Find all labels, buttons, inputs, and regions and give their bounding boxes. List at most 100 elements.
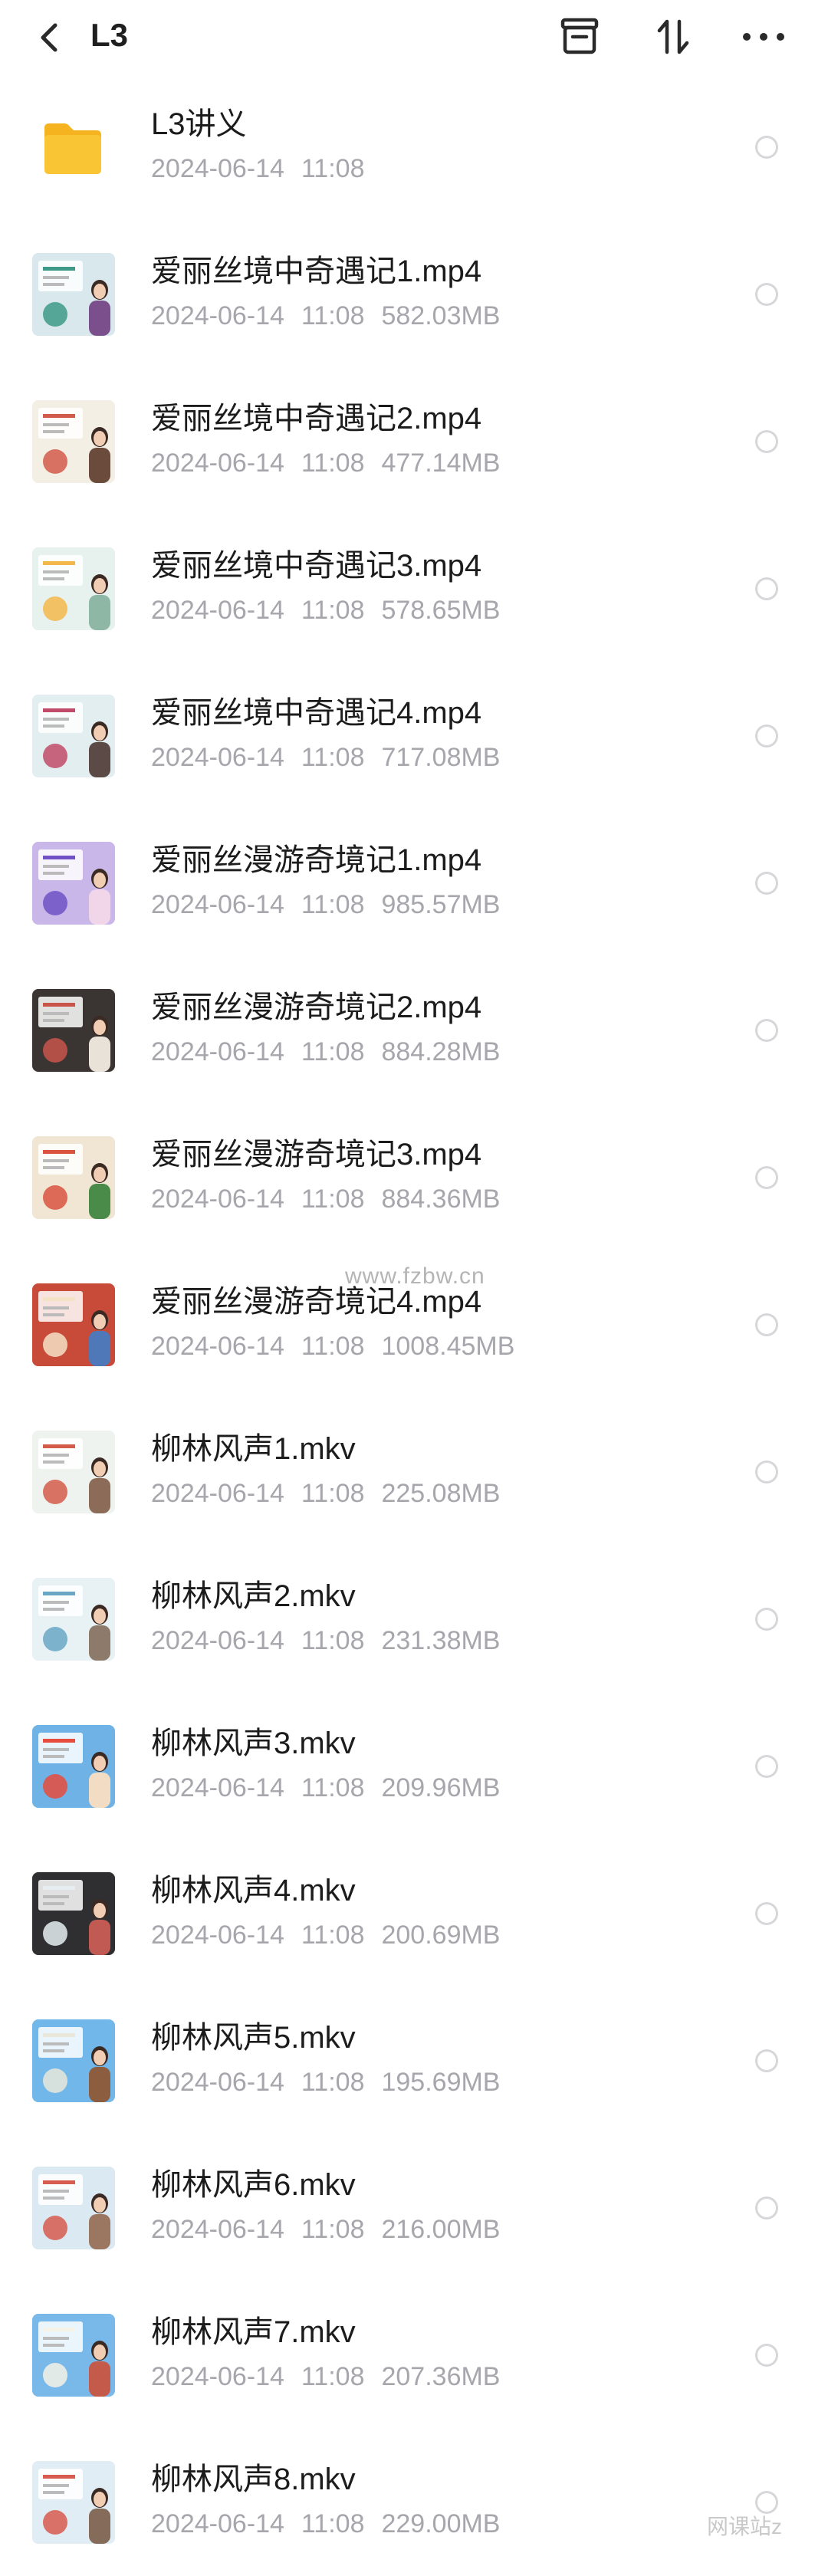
corner-watermark: 网课站z [707, 2515, 783, 2538]
folder-row[interactable]: L3讲义 2024-06-14 11:08 [0, 74, 828, 221]
chevron-left-icon [41, 23, 58, 52]
file-time: 11:08 [301, 890, 365, 919]
file-meta: 2024-06-14 11:08 884.36MB [151, 1182, 517, 1216]
select-radio[interactable] [755, 872, 778, 895]
file-time: 11:08 [301, 301, 365, 330]
select-radio[interactable] [755, 1608, 778, 1631]
select-radio[interactable] [755, 1166, 778, 1189]
select-radio[interactable] [755, 1313, 778, 1336]
archive-icon [560, 18, 599, 54]
file-date: 2024-06-14 [151, 154, 284, 183]
video-thumbnail [32, 1578, 115, 1661]
video-thumbnail [32, 2314, 115, 2397]
select-radio[interactable] [755, 577, 778, 600]
file-row[interactable]: 柳林风声5.mkv 2024-06-14 11:08 195.69MB [0, 1987, 828, 2134]
file-size: 231.38MB [381, 1626, 501, 1655]
file-name: 柳林风声3.mkv [151, 1727, 356, 1760]
file-date: 2024-06-14 [151, 1037, 284, 1066]
select-radio[interactable] [755, 724, 778, 748]
file-row[interactable]: 柳林风声8.mkv 2024-06-14 11:08 229.00MB [0, 2429, 828, 2576]
file-date: 2024-06-14 [151, 301, 284, 330]
video-thumbnail [32, 2019, 115, 2102]
file-meta: 2024-06-14 11:08 225.08MB [151, 1477, 517, 1510]
select-radio[interactable] [755, 1755, 778, 1778]
file-size: 207.36MB [381, 2362, 501, 2391]
file-row[interactable]: 爱丽丝境中奇遇记3.mp4 2024-06-14 11:08 578.65MB [0, 515, 828, 662]
file-row[interactable]: 柳林风声3.mkv 2024-06-14 11:08 209.96MB [0, 1693, 828, 1840]
video-thumbnail [32, 989, 115, 1072]
file-date: 2024-06-14 [151, 1921, 284, 1950]
select-radio[interactable] [755, 283, 778, 306]
select-radio[interactable] [755, 430, 778, 453]
file-date: 2024-06-14 [151, 1626, 284, 1655]
file-name: 爱丽丝漫游奇境记3.mp4 [151, 1138, 482, 1171]
file-meta: 2024-06-14 11:08 884.28MB [151, 1035, 517, 1069]
video-thumbnail [32, 2167, 115, 2249]
video-thumbnail [32, 1136, 115, 1219]
file-row[interactable]: 柳林风声4.mkv 2024-06-14 11:08 200.69MB [0, 1840, 828, 1987]
file-size: 985.57MB [381, 890, 501, 919]
file-meta: 2024-06-14 11:08 582.03MB [151, 299, 517, 333]
file-date: 2024-06-14 [151, 1184, 284, 1214]
file-row[interactable]: 柳林风声7.mkv 2024-06-14 11:08 207.36MB [0, 2282, 828, 2429]
file-row[interactable]: 爱丽丝漫游奇境记2.mp4 2024-06-14 11:08 884.28MB [0, 957, 828, 1104]
file-row[interactable]: 柳林风声2.mkv 2024-06-14 11:08 231.38MB [0, 1546, 828, 1693]
file-meta: 2024-06-14 11:08 229.00MB [151, 2507, 517, 2541]
file-meta: 2024-06-14 11:08 231.38MB [151, 1624, 517, 1658]
file-meta: 2024-06-14 11:08 207.36MB [151, 2360, 517, 2394]
file-date: 2024-06-14 [151, 449, 284, 478]
video-thumbnail [32, 1283, 115, 1366]
file-name: L3讲义 [151, 107, 247, 141]
video-thumbnail [32, 547, 115, 630]
select-radio[interactable] [755, 136, 778, 159]
file-row[interactable]: 爱丽丝境中奇遇记4.mp4 2024-06-14 11:08 717.08MB [0, 662, 828, 810]
video-thumbnail [32, 1872, 115, 1955]
file-row[interactable]: 柳林风声1.mkv 2024-06-14 11:08 225.08MB [0, 1398, 828, 1546]
sort-button[interactable] [650, 14, 696, 60]
file-size: 200.69MB [381, 1921, 501, 1950]
select-radio[interactable] [755, 1902, 778, 1925]
sort-icon [657, 19, 689, 54]
file-date: 2024-06-14 [151, 2068, 284, 2097]
file-meta: 2024-06-14 11:08 985.57MB [151, 888, 517, 922]
video-thumbnail [32, 842, 115, 925]
file-date: 2024-06-14 [151, 1479, 284, 1508]
file-meta: 2024-06-14 11:08 477.14MB [151, 446, 517, 480]
select-radio[interactable] [755, 1460, 778, 1484]
file-date: 2024-06-14 [151, 2509, 284, 2538]
select-radio[interactable] [755, 2344, 778, 2367]
file-name: 爱丽丝境中奇遇记4.mp4 [151, 696, 482, 730]
file-meta: 2024-06-14 11:08 216.00MB [151, 2213, 517, 2246]
file-time: 11:08 [301, 449, 365, 478]
file-row[interactable]: 爱丽丝境中奇遇记2.mp4 2024-06-14 11:08 477.14MB [0, 368, 828, 515]
file-row[interactable]: 爱丽丝境中奇遇记1.mp4 2024-06-14 11:08 582.03MB [0, 221, 828, 368]
file-time: 11:08 [301, 154, 365, 183]
file-row[interactable]: 柳林风声6.mkv 2024-06-14 11:08 216.00MB [0, 2134, 828, 2282]
file-size: 195.69MB [381, 2068, 501, 2097]
file-date: 2024-06-14 [151, 596, 284, 625]
file-row[interactable]: 爱丽丝漫游奇境记1.mp4 2024-06-14 11:08 985.57MB [0, 810, 828, 957]
file-name: 柳林风声5.mkv [151, 2021, 356, 2055]
top-bar: L3 [0, 0, 828, 74]
file-time: 11:08 [301, 1332, 365, 1361]
select-radio[interactable] [755, 2049, 778, 2072]
back-button[interactable] [32, 20, 67, 55]
file-size: 1008.45MB [381, 1332, 515, 1361]
select-radio[interactable] [755, 1019, 778, 1042]
file-time: 11:08 [301, 1184, 365, 1214]
file-size: 225.08MB [381, 1479, 501, 1508]
file-size: 578.65MB [381, 596, 501, 625]
more-button[interactable] [741, 14, 787, 60]
file-name: 柳林风声6.mkv [151, 2168, 356, 2202]
file-name: 爱丽丝境中奇遇记1.mp4 [151, 255, 482, 288]
select-radio[interactable] [755, 2196, 778, 2220]
video-thumbnail [32, 253, 115, 336]
file-time: 11:08 [301, 1037, 365, 1066]
file-row[interactable]: 爱丽丝漫游奇境记3.mp4 2024-06-14 11:08 884.36MB [0, 1104, 828, 1251]
file-meta: 2024-06-14 11:08 209.96MB [151, 1771, 517, 1805]
file-time: 11:08 [301, 2509, 365, 2538]
file-size: 477.14MB [381, 449, 501, 478]
file-size: 229.00MB [381, 2509, 501, 2538]
archive-button[interactable] [557, 14, 603, 60]
file-meta: 2024-06-14 11:08 717.08MB [151, 741, 517, 774]
